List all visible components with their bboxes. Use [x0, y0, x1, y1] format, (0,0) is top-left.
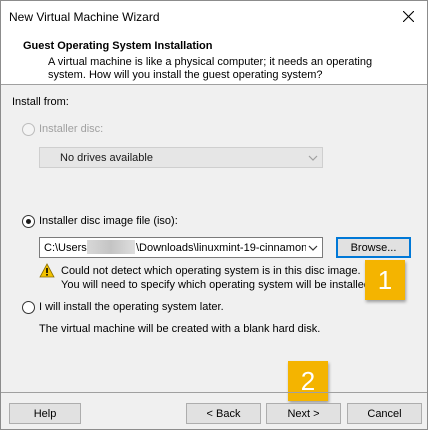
wizard-window: New Virtual Machine Wizard Guest Operati… — [0, 0, 428, 430]
warning-line-2: You will need to specify which operating… — [61, 279, 374, 291]
iso-label: Installer disc image file (iso): — [39, 215, 178, 227]
title-bar: New Virtual Machine Wizard — [1, 1, 427, 32]
callout-badge-2: 2 — [288, 361, 328, 401]
page-description: A virtual machine is like a physical com… — [48, 56, 373, 81]
redacted-username — [87, 240, 135, 254]
wizard-header: Guest Operating System Installation A vi… — [1, 32, 427, 85]
iso-path-suffix: \Downloads\linuxmint-19-cinnamon- — [136, 242, 306, 254]
cancel-button-label: Cancel — [367, 407, 402, 420]
browse-button-label: Browse... — [350, 241, 397, 254]
chevron-down-icon — [308, 155, 318, 161]
install-later-radio[interactable] — [22, 301, 35, 314]
footer-separator — [1, 392, 427, 393]
next-button-label: Next > — [287, 407, 320, 420]
next-button[interactable]: Next > — [266, 403, 341, 424]
callout-badge-1: 1 — [365, 260, 405, 300]
back-button-label: < Back — [206, 407, 241, 420]
iso-radio[interactable] — [22, 215, 35, 228]
install-from-label: Install from: — [12, 96, 69, 108]
help-button-label: Help — [33, 407, 57, 420]
installer-disc-radio[interactable] — [22, 123, 35, 136]
install-later-label: I will install the operating system late… — [39, 301, 224, 313]
installer-disc-label: Installer disc: — [39, 123, 104, 135]
iso-path-combobox[interactable]: C:\Users \Downloads\linuxmint-19-cinnamo… — [39, 237, 323, 258]
iso-path-prefix: C:\Users — [44, 242, 87, 254]
cancel-button[interactable]: Cancel — [347, 403, 422, 424]
chevron-down-icon — [308, 245, 318, 251]
close-icon — [402, 11, 414, 22]
window-title: New Virtual Machine Wizard — [9, 10, 160, 24]
page-title: Guest Operating System Installation — [23, 40, 213, 52]
installer-disc-dropdown-value: No drives available — [60, 152, 153, 164]
install-later-note: The virtual machine will be created with… — [39, 323, 321, 335]
help-button[interactable]: Help — [9, 403, 81, 424]
radio-selected-dot — [26, 219, 31, 224]
close-button[interactable] — [389, 1, 427, 32]
installer-disc-dropdown[interactable]: No drives available — [39, 147, 323, 168]
warning-line-1: Could not detect which operating system … — [61, 265, 361, 277]
back-button[interactable]: < Back — [186, 403, 261, 424]
browse-button[interactable]: Browse... — [336, 237, 411, 258]
warning-icon — [39, 263, 55, 278]
